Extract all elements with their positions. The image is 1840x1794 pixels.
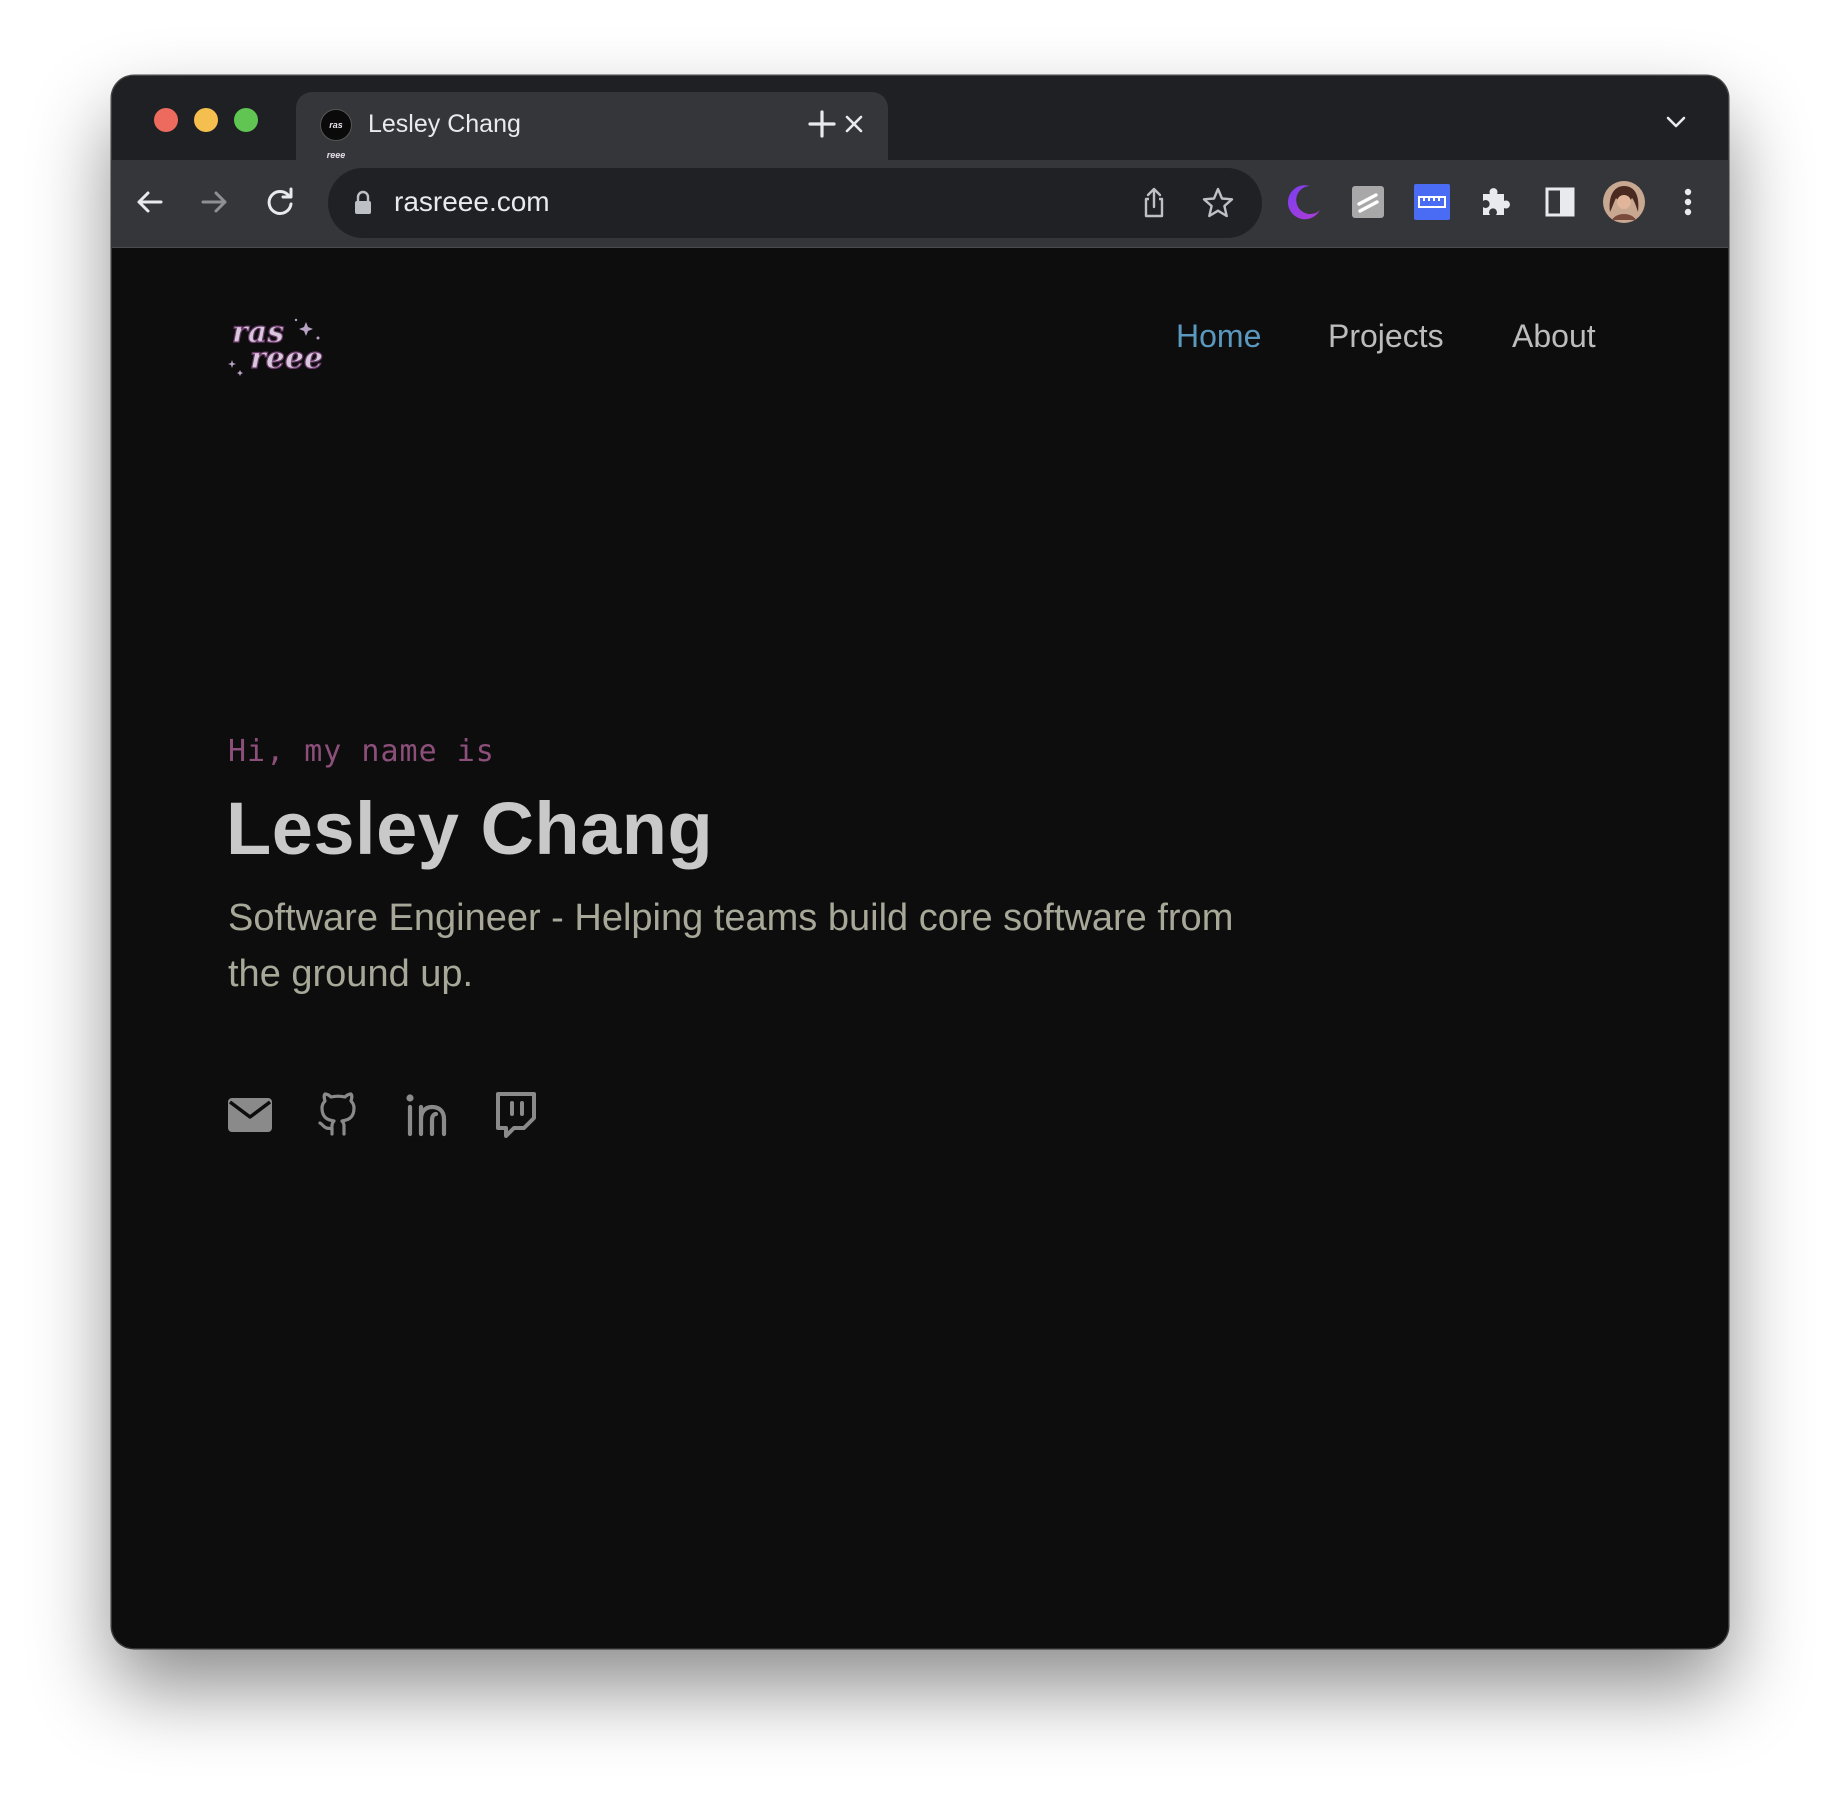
hero-tagline: Software Engineer - Helping teams build … <box>228 897 1234 995</box>
browser-window: ras reee Lesley Chang rasreee.com ras re… <box>112 76 1728 1648</box>
page-content: ras reee Home Projects About Hi, my name… <box>112 248 1728 1648</box>
chevron-down-icon[interactable] <box>1660 106 1692 138</box>
plus-icon[interactable] <box>802 104 842 144</box>
svg-text:reee: reee <box>250 341 323 376</box>
site-logo[interactable]: ras reee <box>226 308 336 380</box>
reload-icon[interactable] <box>258 180 302 224</box>
nav-about[interactable]: About <box>1512 318 1596 355</box>
close-window-button[interactable] <box>154 108 178 132</box>
nav-projects[interactable]: Projects <box>1328 318 1444 355</box>
address-bar[interactable]: rasreee.com <box>328 168 1262 238</box>
close-icon[interactable] <box>838 108 870 140</box>
minimize-window-button[interactable] <box>194 108 218 132</box>
favicon-icon: ras reee <box>320 109 352 160</box>
tab-title: Lesley Chang <box>368 110 521 138</box>
star-icon[interactable] <box>1200 185 1236 221</box>
browser-toolbar: rasreee.com <box>112 160 1728 248</box>
profile-avatar[interactable] <box>1602 180 1646 224</box>
linkedin-icon[interactable] <box>402 1090 450 1138</box>
moon-extension-icon[interactable] <box>1282 180 1326 224</box>
forward-arrow-icon[interactable] <box>192 180 236 224</box>
back-arrow-icon[interactable] <box>128 180 172 224</box>
notes-extension-icon[interactable] <box>1346 180 1390 224</box>
maximize-window-button[interactable] <box>234 108 258 132</box>
mail-icon[interactable] <box>226 1090 274 1138</box>
puzzle-icon[interactable] <box>1474 180 1518 224</box>
ruler-extension-icon[interactable] <box>1410 180 1454 224</box>
share-icon[interactable] <box>1136 185 1172 221</box>
nav-home[interactable]: Home <box>1176 318 1261 355</box>
tab-lesley-chang[interactable]: ras reee Lesley Chang <box>296 92 888 160</box>
tab-strip: ras reee Lesley Chang <box>112 76 1728 160</box>
hero-name: Lesley Chang <box>226 787 714 870</box>
github-icon[interactable] <box>314 1090 362 1138</box>
side-panel-icon[interactable] <box>1538 180 1582 224</box>
kebab-menu-icon[interactable] <box>1666 180 1710 224</box>
url-text[interactable]: rasreee.com <box>394 186 550 218</box>
lock-icon[interactable] <box>352 190 374 216</box>
twitch-icon[interactable] <box>490 1090 538 1138</box>
hero-intro: Hi, my name is <box>228 734 495 769</box>
